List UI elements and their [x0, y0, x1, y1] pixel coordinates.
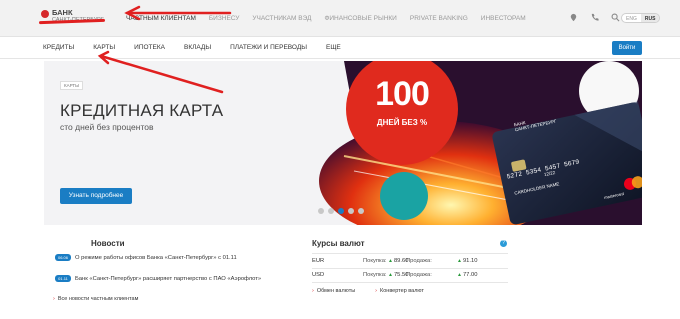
bank-logo[interactable]: БАНК САНКТ-ПЕТЕРБУРГ [38, 8, 111, 28]
phone-icon[interactable] [590, 13, 599, 22]
news-date: 01.11 [55, 275, 71, 282]
divider [312, 253, 508, 254]
divider [312, 268, 508, 269]
arrow-up-icon: ▲ [388, 258, 393, 264]
learn-more-button[interactable]: Узнать подробнее [60, 188, 132, 204]
location-pin-icon[interactable] [569, 13, 578, 22]
segment-private-clients[interactable]: ЧАСТНЫМ КЛИЕНТАМ [126, 15, 196, 22]
news-link[interactable]: О режиме работы офисов Банка «Санкт-Пете… [75, 254, 285, 262]
chevron-right-icon: › [312, 288, 314, 294]
top-icons [569, 13, 620, 22]
converter-link[interactable]: › Конвертер валют [375, 288, 424, 294]
segment-investors[interactable]: ИНВЕСТОРАМ [481, 15, 526, 22]
arrow-up-icon: ▲ [457, 272, 462, 278]
all-news-label: Все новости частным клиентам [57, 296, 139, 302]
carousel-dots [318, 208, 364, 214]
carousel-dot[interactable] [358, 208, 364, 214]
exchange-label: Обмен валюты [316, 288, 356, 294]
search-icon[interactable] [611, 13, 620, 22]
news-date: 06.06 [55, 254, 71, 261]
nav-payments[interactable]: ПЛАТЕЖИ И ПЕРЕВОДЫ [230, 44, 307, 51]
news-link[interactable]: Банк «Санкт-Петербург» расширяет партнер… [75, 275, 285, 283]
hero-banner[interactable]: 100 ДНЕЙ БЕЗ % БАНК САНКТ-ПЕТЕРБУРГ 5272… [44, 61, 642, 225]
news-title: Новости [91, 239, 125, 248]
rates-title: Курсы валют [312, 239, 365, 248]
sell-label: Продажа: [406, 272, 432, 278]
buy-label: Покупка: [363, 258, 387, 264]
sell-label: Продажа: [406, 258, 432, 264]
lang-rus[interactable]: RUS [640, 14, 660, 22]
hero-title: КРЕДИТНАЯ КАРТА [60, 101, 224, 120]
arrow-up-icon: ▲ [457, 258, 462, 264]
segment-private-banking[interactable]: PRIVATE BANKING [410, 15, 468, 22]
top-bar: БАНК САНКТ-ПЕТЕРБУРГ ЧАСТНЫМ КЛИЕНТАМ БИ… [0, 0, 680, 37]
carousel-dot[interactable] [318, 208, 324, 214]
nav-deposits[interactable]: ВКЛАДЫ [184, 44, 211, 51]
rate-links: › Обмен валюты › Конвертер валют [312, 288, 424, 294]
sell-value-text: 77.00 [462, 272, 478, 278]
segment-financial-markets[interactable]: ФИНАНСОВЫЕ РЫНКИ [324, 15, 396, 22]
logo-title: БАНК [52, 8, 73, 17]
converter-label: Конвертер валют [380, 288, 424, 294]
currency-code: EUR [312, 258, 325, 264]
hero-graphic [319, 61, 642, 225]
currency-code: USD [312, 272, 325, 278]
segment-menu: ЧАСТНЫМ КЛИЕНТАМ БИЗНЕСУ УЧАСТНИКАМ ВЭД … [126, 15, 539, 22]
sell-value: ▲91.10 [457, 258, 477, 264]
nav-mortgage[interactable]: ИПОТЕКА [134, 44, 165, 51]
sell-value: ▲77.00 [457, 272, 477, 278]
annotation-strike [38, 18, 106, 25]
hero-tag: КАРТЫ [60, 81, 84, 90]
login-button[interactable]: Войти [612, 41, 642, 55]
all-news-link[interactable]: › Все новости частным клиентам [53, 296, 138, 302]
chevron-right-icon: › [375, 288, 378, 294]
nav-more[interactable]: ЕЩЕ [326, 44, 341, 51]
carousel-dot[interactable] [328, 208, 334, 214]
segment-ved[interactable]: УЧАСТНИКАМ ВЭД [252, 15, 311, 22]
info-icon[interactable]: ? [500, 240, 507, 247]
carousel-dot-active[interactable] [338, 208, 344, 214]
sell-value-text: 91.10 [462, 258, 478, 264]
carousel-dot[interactable] [348, 208, 354, 214]
rate-row: EUR Покупка: ▲89.60 Продажа: ▲91.10 [312, 258, 508, 268]
language-switch[interactable]: ENG RUS [621, 13, 661, 23]
main-nav: КРЕДИТЫ КАРТЫ ИПОТЕКА ВКЛАДЫ ПЛАТЕЖИ И П… [0, 38, 680, 59]
rate-row: USD Покупка: ▲75.50 Продажа: ▲77.00 [312, 272, 508, 282]
promo-badge-text: ДНЕЙ БЕЗ % [376, 118, 428, 127]
promo-badge-number: 100 [375, 75, 430, 113]
hero-subtitle: сто дней без процентов [60, 122, 154, 132]
arrow-up-icon: ▲ [388, 272, 393, 278]
divider [312, 282, 508, 283]
chevron-right-icon: › [53, 296, 55, 302]
logo-mark-icon [41, 10, 49, 18]
buy-label: Покупка: [363, 272, 387, 278]
segment-business[interactable]: БИЗНЕСУ [209, 15, 240, 22]
exchange-link[interactable]: › Обмен валюты [312, 288, 355, 294]
nav-cards[interactable]: КАРТЫ [93, 44, 115, 51]
nav-credits[interactable]: КРЕДИТЫ [43, 44, 74, 51]
teal-sphere [380, 172, 428, 220]
lang-eng[interactable]: ENG [622, 14, 641, 22]
